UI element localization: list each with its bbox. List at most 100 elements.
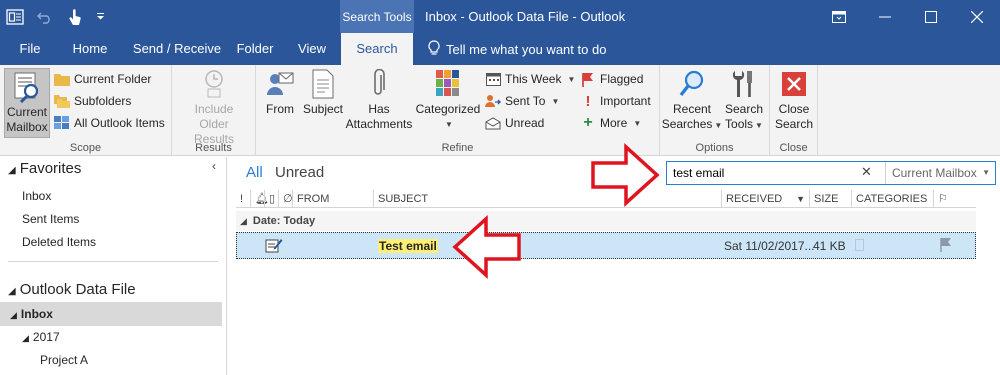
collapse-pane-icon[interactable]: ‹: [212, 159, 216, 173]
current-folder-button[interactable]: Current Folder: [54, 69, 151, 89]
nav-item-2017[interactable]: ◢ 2017: [0, 325, 222, 349]
close-search-label-1: Close: [778, 102, 810, 116]
date-group-header[interactable]: ◢ Date: Today: [236, 211, 976, 231]
outlook-data-file-label: Outlook Data File: [19, 281, 136, 298]
window-title: Inbox - Outlook Data File - Outlook: [425, 9, 626, 24]
column-received[interactable]: RECEIVED ▼: [721, 190, 809, 208]
current-mailbox-button[interactable]: Current Mailbox: [4, 68, 50, 138]
column-size[interactable]: SIZE: [809, 190, 853, 208]
maximize-icon[interactable]: [908, 0, 954, 33]
ribbon-tabs: File Home Send / Receive Folder View Sea…: [0, 33, 1000, 65]
close-search-button[interactable]: Close Search: [773, 68, 815, 132]
categories-icon: [432, 68, 464, 100]
quick-access-toolbar: [0, 0, 110, 33]
sent-to-button[interactable]: Sent To ▼: [485, 91, 559, 111]
tab-home[interactable]: Home: [62, 33, 118, 65]
column-categories[interactable]: CATEGORIES: [851, 190, 933, 208]
more-button[interactable]: + More ▼: [580, 113, 641, 133]
search-tools-label-1: Search: [724, 102, 764, 116]
tab-search[interactable]: Search: [341, 33, 413, 65]
magnifier-icon: [676, 68, 708, 100]
unread-button[interactable]: Unread: [485, 113, 544, 133]
flag-icon: [580, 71, 596, 87]
collapse-triangle-icon: ◢: [8, 165, 16, 176]
clear-search-icon[interactable]: ✕: [861, 164, 872, 180]
this-week-label: This Week: [505, 72, 562, 86]
chevron-down-icon: ▼: [551, 96, 560, 106]
nav-item-inbox[interactable]: Inbox: [0, 184, 222, 208]
this-week-button[interactable]: This Week ▼: [485, 69, 575, 89]
touch-mode-icon[interactable]: [60, 0, 90, 33]
filter-all[interactable]: All: [246, 164, 263, 181]
document-icon: [307, 68, 339, 100]
table-row[interactable]: Test email Sat 11/02/2017... 41 KB: [236, 232, 976, 259]
plus-icon: +: [583, 114, 593, 131]
search-scope-label: Current Mailbox: [892, 166, 977, 180]
customize-qat-icon[interactable]: [90, 0, 110, 33]
tell-me-box[interactable]: Tell me what you want to do: [428, 33, 606, 65]
nav-item-deleted-items[interactable]: Deleted Items: [0, 230, 222, 254]
minimize-icon[interactable]: [862, 0, 908, 33]
more-label: More: [600, 116, 628, 130]
has-attachments-button[interactable]: Has Attachments: [344, 68, 414, 132]
column-from[interactable]: FROM: [292, 190, 377, 208]
tab-folder[interactable]: Folder: [228, 33, 282, 65]
collapse-triangle-icon: ◢: [8, 286, 16, 297]
tab-file[interactable]: File: [8, 33, 52, 65]
search-tools-button[interactable]: Search Tools ▼: [720, 68, 768, 133]
from-label: From: [266, 102, 294, 116]
flagged-label: Flagged: [600, 72, 644, 86]
nav-item-sent-items[interactable]: Sent Items: [0, 207, 222, 231]
tab-send-receive[interactable]: Send / Receive: [124, 33, 230, 65]
chevron-down-icon: ▼: [567, 74, 576, 84]
outlook-app-icon[interactable]: [0, 0, 30, 33]
recent-label-2-text: Searches: [661, 117, 713, 131]
calendar-icon: [485, 71, 501, 87]
column-subject[interactable]: SUBJECT: [373, 190, 723, 208]
search-input[interactable]: [673, 165, 853, 181]
recent-searches-button[interactable]: Recent Searches ▼: [661, 68, 722, 133]
tools-icon: [728, 68, 760, 100]
close-window-icon[interactable]: [954, 0, 1000, 33]
subfolders-icon: [54, 93, 70, 109]
important-label: Important: [600, 94, 651, 108]
has-label-2: Attachments: [345, 117, 413, 131]
nav-item-project-a[interactable]: Project A: [0, 348, 222, 372]
all-outlook-items-button[interactable]: All Outlook Items: [54, 113, 165, 133]
search-scope-dropdown[interactable]: Current Mailbox ▼: [885, 162, 995, 184]
date-group-label: Date: Today: [252, 215, 316, 227]
flagged-button[interactable]: Flagged: [580, 69, 643, 89]
has-label-1: Has: [368, 102, 390, 116]
scope-group-label: Scope: [69, 142, 102, 154]
folder-icon: [54, 71, 70, 87]
envelope-icon: [485, 115, 501, 131]
important-button[interactable]: ! Important: [580, 91, 651, 111]
paperclip-icon: [363, 68, 395, 100]
undo-icon[interactable]: [30, 0, 60, 33]
subject-button[interactable]: Subject: [300, 68, 346, 117]
collapse-triangle-icon: ◢: [10, 310, 17, 320]
chevron-down-icon: ▼: [445, 120, 453, 129]
collapse-triangle-icon: ◢: [240, 216, 247, 226]
chevron-down-icon: ▼: [633, 118, 642, 128]
collapse-triangle-icon: ◢: [22, 333, 29, 343]
ribbon-display-options-icon[interactable]: [816, 0, 862, 33]
sent-to-label: Sent To: [505, 94, 546, 108]
from-button[interactable]: From: [261, 68, 299, 117]
flag-icon[interactable]: [939, 237, 953, 255]
include-label-1: Include: [194, 102, 234, 116]
all-outlook-items-label: All Outlook Items: [74, 116, 165, 130]
favorites-header[interactable]: ◢ Favorites: [8, 160, 81, 177]
outlook-data-file-header[interactable]: ◢ Outlook Data File: [8, 281, 136, 298]
flag-status-column-icon[interactable]: ⚐: [933, 190, 976, 208]
category-box-icon[interactable]: [855, 239, 864, 251]
nav-item-inbox-datafile[interactable]: ◢ Inbox: [0, 302, 222, 326]
tab-view[interactable]: View: [290, 33, 334, 65]
mail-subject: Test email: [378, 239, 438, 253]
ribbon: Current Mailbox Current Folder Subfolder…: [0, 65, 1000, 156]
filter-unread[interactable]: Unread: [275, 164, 324, 181]
window-controls: [816, 0, 1000, 33]
categorized-button[interactable]: Categorized ▼: [414, 68, 482, 132]
subfolders-button[interactable]: Subfolders: [54, 91, 131, 111]
include-older-results-button[interactable]: Include Older Results: [178, 68, 250, 147]
